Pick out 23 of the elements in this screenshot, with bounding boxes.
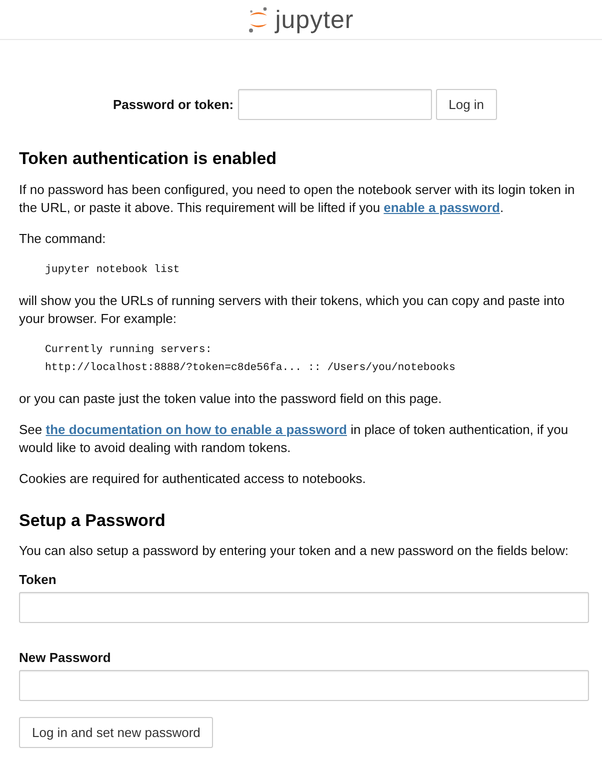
paragraph: will show you the URLs of running servers with their tokens, which you can copy and paste into your browser. For example:	[19, 292, 566, 328]
paragraph: or you can paste just the token value into the password field on this page.	[19, 390, 443, 408]
paragraph: You can also setup a password by entering your token and a new password on the fields below:	[19, 542, 570, 560]
section-heading: Setup a Password	[19, 511, 166, 531]
paragraph: The command:	[19, 230, 107, 248]
inline-link[interactable]: the documentation on how to enable a password	[46, 422, 347, 437]
input-field[interactable]	[19, 670, 589, 701]
field-label: New Password	[19, 649, 112, 667]
paragraph: If no password has been configured, you need to open the notebook server with its login token in the URL, or paste it above. This requirement will be lifted if you enable a password.	[19, 181, 576, 217]
code-text: jupyter notebook list	[44, 263, 181, 278]
paragraph: Cookies are required for authenticated access to notebooks.	[19, 470, 367, 488]
logo-text: jupyter	[275, 4, 354, 34]
code-text: Currently running servers: http://localhost:8888/?token=c8de56fa... :: /Users/you/notebooks	[44, 343, 456, 376]
jupyter-logo-icon	[248, 6, 270, 33]
paragraph: See the documentation on how to enable a password in place of token authentication, if you would like to avoid dealing with random tokens.	[19, 421, 570, 457]
set-password-button[interactable]: Log in and set new password	[19, 717, 214, 748]
login-button[interactable]: Log in	[436, 89, 498, 120]
password-field[interactable]	[238, 89, 432, 120]
inline-link[interactable]: enable a password	[384, 200, 500, 215]
input-field[interactable]	[19, 592, 589, 623]
password-label: Password or token:	[112, 96, 234, 114]
section-heading: Token authentication is enabled	[19, 149, 278, 169]
field-label: Token	[19, 571, 58, 589]
